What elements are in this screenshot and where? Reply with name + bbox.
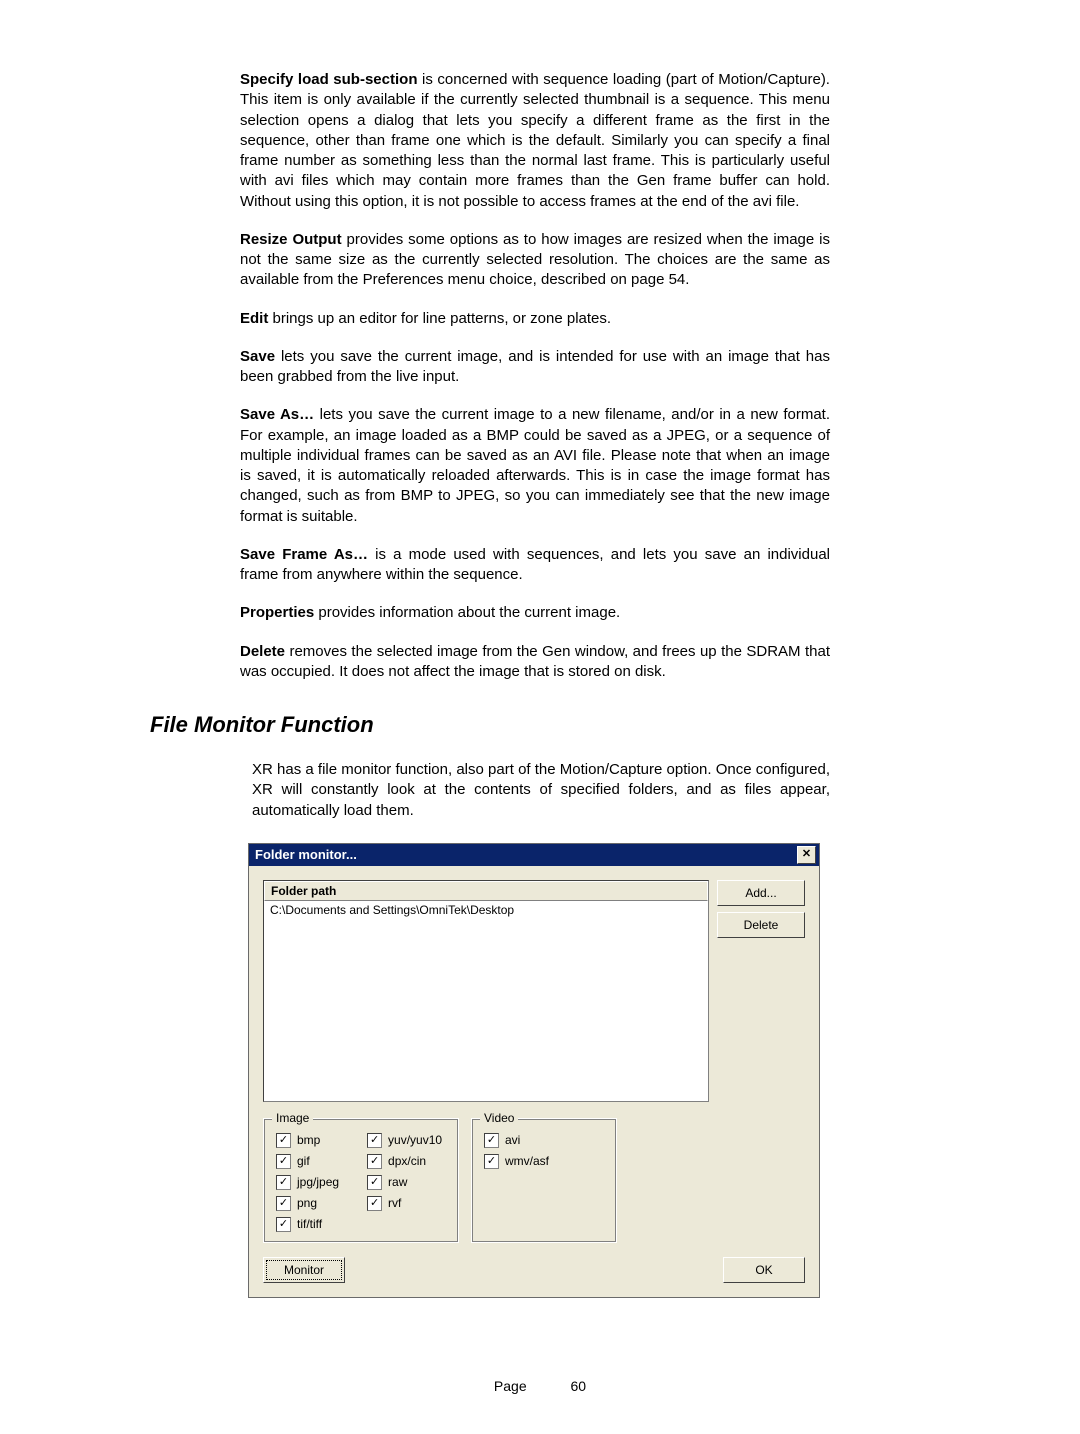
section-heading: File Monitor Function: [150, 712, 1080, 738]
page-footer: Page 60: [0, 1378, 1080, 1394]
para-edit: Edit brings up an editor for line patter…: [240, 309, 830, 329]
dialog-title: Folder monitor...: [255, 847, 797, 862]
para-specify-load: Specify load sub-section is concerned wi…: [240, 70, 830, 212]
check-jpg[interactable]: ✓jpg/jpeg: [276, 1175, 339, 1190]
para-resize-output: Resize Output provides some options as t…: [240, 230, 830, 291]
check-dpx[interactable]: ✓dpx/cin: [367, 1154, 442, 1169]
check-yuv[interactable]: ✓yuv/yuv10: [367, 1133, 442, 1148]
ok-button[interactable]: OK: [723, 1257, 805, 1283]
checkbox-icon[interactable]: ✓: [367, 1154, 382, 1169]
check-gif[interactable]: ✓gif: [276, 1154, 339, 1169]
intro-paragraph: XR has a file monitor function, also par…: [252, 760, 830, 821]
checkbox-icon[interactable]: ✓: [276, 1217, 291, 1232]
check-wmv[interactable]: ✓wmv/asf: [484, 1154, 604, 1169]
video-legend: Video: [480, 1111, 518, 1125]
check-tif[interactable]: ✓tif/tiff: [276, 1217, 339, 1232]
para-save-as: Save As… lets you save the current image…: [240, 405, 830, 527]
check-bmp[interactable]: ✓bmp: [276, 1133, 339, 1148]
checkbox-icon[interactable]: ✓: [276, 1175, 291, 1190]
checkbox-icon[interactable]: ✓: [276, 1196, 291, 1211]
body-text-block: Specify load sub-section is concerned wi…: [240, 70, 830, 682]
para-delete: Delete removes the selected image from t…: [240, 642, 830, 683]
image-legend: Image: [272, 1111, 313, 1125]
footer-page-number: 60: [571, 1378, 587, 1394]
close-icon[interactable]: ✕: [797, 846, 816, 864]
folder-path-header[interactable]: Folder path: [264, 881, 708, 901]
check-rvf[interactable]: ✓rvf: [367, 1196, 442, 1211]
folder-path-row-0[interactable]: C:\Documents and Settings\OmniTek\Deskto…: [264, 901, 708, 919]
image-group: Image ✓bmp ✓gif ✓jpg/jpeg ✓png ✓tif/tiff…: [263, 1118, 459, 1243]
para-save-frame-as: Save Frame As… is a mode used with seque…: [240, 545, 830, 586]
checkbox-icon[interactable]: ✓: [276, 1133, 291, 1148]
folder-monitor-dialog: Folder monitor... ✕ Folder path C:\Docum…: [248, 843, 820, 1298]
intro-paragraph-block: XR has a file monitor function, also par…: [252, 760, 830, 821]
checkbox-icon[interactable]: ✓: [367, 1133, 382, 1148]
checkbox-icon[interactable]: ✓: [484, 1133, 499, 1148]
folder-path-list[interactable]: Folder path C:\Documents and Settings\Om…: [263, 880, 709, 1102]
checkbox-icon[interactable]: ✓: [276, 1154, 291, 1169]
para-properties: Properties provides information about th…: [240, 603, 830, 623]
check-avi[interactable]: ✓avi: [484, 1133, 604, 1148]
video-group: Video ✓avi ✓wmv/asf: [471, 1118, 617, 1243]
add-button[interactable]: Add...: [717, 880, 805, 906]
checkbox-icon[interactable]: ✓: [367, 1196, 382, 1211]
check-raw[interactable]: ✓raw: [367, 1175, 442, 1190]
delete-button[interactable]: Delete: [717, 912, 805, 938]
dialog-titlebar[interactable]: Folder monitor... ✕: [249, 844, 819, 866]
footer-label: Page: [494, 1378, 527, 1394]
check-png[interactable]: ✓png: [276, 1196, 339, 1211]
para-save: Save lets you save the current image, an…: [240, 347, 830, 388]
monitor-button[interactable]: Monitor: [263, 1257, 345, 1283]
checkbox-icon[interactable]: ✓: [484, 1154, 499, 1169]
checkbox-icon[interactable]: ✓: [367, 1175, 382, 1190]
